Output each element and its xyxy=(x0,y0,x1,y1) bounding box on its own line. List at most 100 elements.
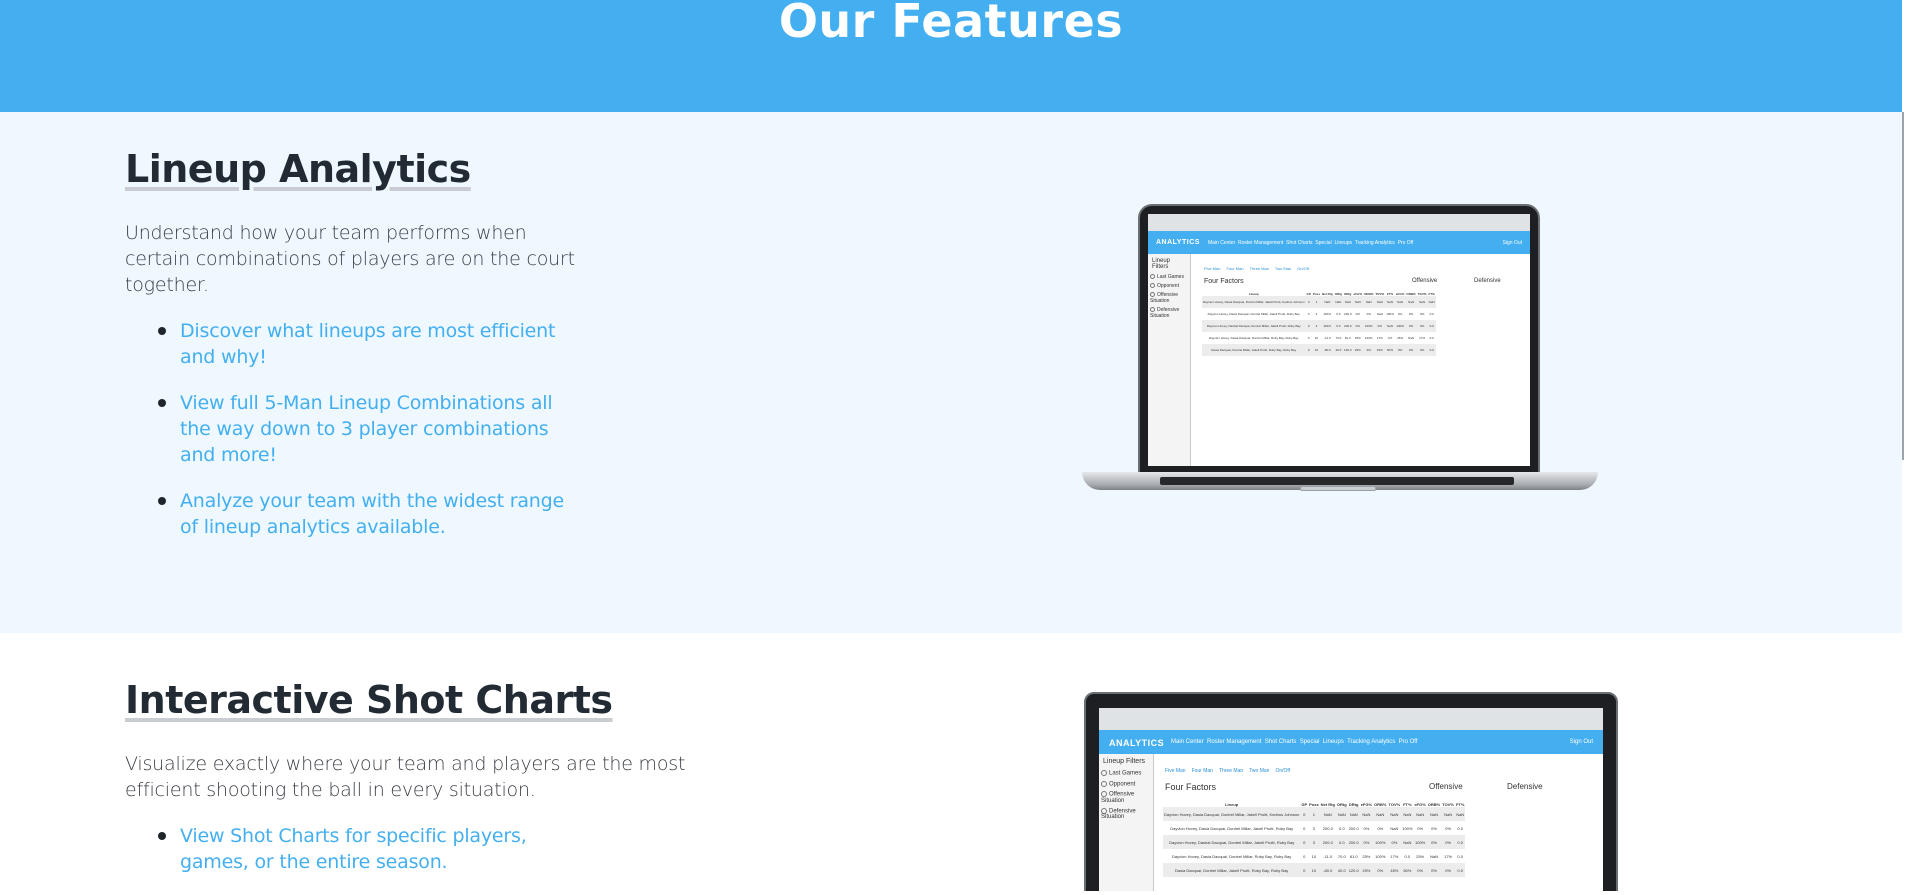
radio-icon xyxy=(1101,807,1107,814)
table-cell: 0 xyxy=(1300,835,1309,849)
nav-item: Roster Management xyxy=(1238,240,1284,246)
browser-bar xyxy=(1099,708,1603,730)
table-cell: Dasia Dacquai, Dontrel Millar, Jakell Pr… xyxy=(1163,863,1301,877)
table-cell: 0% xyxy=(1377,825,1384,831)
table-row: Dayvion Hovey, Dasia Dacquai, Dontrel Mi… xyxy=(1163,849,1465,863)
bullet-dot-icon xyxy=(158,497,166,505)
table-cell: 25% xyxy=(1352,344,1364,356)
table-header-cell: TOV% xyxy=(1388,802,1401,807)
table-cell: NaN xyxy=(1373,807,1388,821)
table-cell: 0.0 xyxy=(1454,835,1466,849)
table-cell: 0.0 xyxy=(1427,320,1436,332)
table-header-cell: ORB% xyxy=(1364,292,1374,296)
radio-icon xyxy=(1150,307,1155,313)
bullet-text: View full 5-Man Lineup Combinations all … xyxy=(180,392,553,466)
table-row: Dayvion Hovey, Dashal Dacquai, Dontrel M… xyxy=(1163,835,1466,849)
nav-item: Main Center xyxy=(1171,739,1204,745)
table-cell: 120.0 xyxy=(1343,344,1353,356)
table-cell: Dayvion Hovey, Dasia Dacquai, Dontrel Mi… xyxy=(1170,825,1294,831)
table-cell: NaN xyxy=(1394,296,1406,308)
lineup-tabs: Five Man Four Man Three Man Two Man On/Off xyxy=(1165,768,1296,774)
table-cell: 25% xyxy=(1359,863,1374,877)
features-header: Our Features xyxy=(0,0,1902,112)
table-cell: 50% xyxy=(1385,344,1395,356)
table-cell: 0% xyxy=(1441,863,1455,877)
table-cell: 1 xyxy=(1308,807,1320,821)
table-header-cell: DRtg xyxy=(1344,292,1352,296)
table-cell: 0% xyxy=(1394,344,1406,356)
page-title: Our Features xyxy=(778,0,1124,48)
filter-option: Last Games xyxy=(1101,770,1151,777)
table-cell: 1 xyxy=(1311,296,1322,308)
table-header-cell: ORB% xyxy=(1406,292,1416,296)
table-cell: 17% xyxy=(1444,853,1453,859)
app-logo: ANALYTICS xyxy=(1156,239,1200,246)
table-cell: 0.0 xyxy=(1335,835,1348,849)
app-logo: ANALYTICS xyxy=(1109,738,1165,748)
filter-option: Offensive Situation xyxy=(1150,292,1188,304)
table-header-cell: FT% xyxy=(1455,802,1465,807)
feature-bullet-list: View Shot Charts for specific players, g… xyxy=(125,823,565,895)
table-cell: 100% xyxy=(1386,312,1394,316)
table-cell: 100% xyxy=(1375,853,1386,859)
table-cell: Dayvion Hovey, Dasia Dacquai, Dontrel Mi… xyxy=(1209,336,1299,340)
table-cell: 0% xyxy=(1366,312,1371,316)
table-cell: 0% xyxy=(1359,835,1374,849)
table-cell: 0% xyxy=(1352,320,1364,332)
bullet-text: Analyze your team with the widest range … xyxy=(180,490,564,538)
table-cell: 81.0 xyxy=(1349,853,1358,859)
four-factors-title: Four Factors xyxy=(1204,278,1244,285)
table-header-cell: ORtg xyxy=(1334,292,1343,296)
filters-title: Lineup Filters xyxy=(1103,758,1146,765)
bullet-dot-icon xyxy=(158,832,166,840)
nav-item: Tracking Analytics xyxy=(1354,240,1395,246)
feature-bullet-list: Discover what lineups are most efficient… xyxy=(125,318,565,560)
table-cell: 200.0 xyxy=(1323,312,1332,316)
feature-description: Visualize exactly where your team and pl… xyxy=(125,753,686,801)
table-cell: NaN xyxy=(1405,296,1417,308)
table-cell: 200.0 xyxy=(1348,825,1359,831)
table-cell: NaN xyxy=(1387,807,1402,821)
table-cell: 70.0 xyxy=(1335,336,1342,340)
filters-sidebar: Lineup Filters Last Games Opponent Offen… xyxy=(1148,254,1191,466)
table-header-cell: eFG% xyxy=(1395,292,1405,296)
feature-bullet: View full 5-Man Lineup Combinations all … xyxy=(125,390,565,468)
app-main: Five Man Four Man Three Man Two Man On/Off F… xyxy=(1192,254,1530,466)
table-cell: 100% xyxy=(1402,825,1413,831)
table-cell: 0% xyxy=(1426,835,1442,849)
laptop-keyboard xyxy=(1160,477,1514,485)
feature-title: Lineup Analytics xyxy=(125,147,471,191)
table-cell: NaN xyxy=(1359,807,1374,821)
table-cell: 0.0 xyxy=(1339,825,1345,831)
table-header-cell: eFG% xyxy=(1353,292,1363,296)
table-cell: 200.0 xyxy=(1322,825,1333,831)
table-cell: 200.0 xyxy=(1321,320,1334,332)
table-cell: 0% xyxy=(1419,312,1425,316)
nav-item: Pro Off xyxy=(1397,240,1414,246)
tab: Five Man xyxy=(1165,768,1186,774)
table-cell: NaN xyxy=(1427,296,1436,308)
table-cell: 0.0 xyxy=(1429,312,1434,316)
nav-item: Lineups xyxy=(1322,739,1344,745)
radio-icon xyxy=(1150,292,1155,298)
table-header-cell: Net Rtg xyxy=(1320,802,1335,807)
table-header-cell: Poss xyxy=(1309,802,1319,807)
table-header-cell: eFG% xyxy=(1360,802,1373,807)
nav-item: Special xyxy=(1315,240,1332,246)
tab: Two Man xyxy=(1274,266,1292,271)
filter-option: Opponent xyxy=(1101,780,1151,787)
table-header-cell: ORB% xyxy=(1374,802,1387,807)
table-row: Dayvion Hovey, Dasia Dacquai, Dontrel Mi… xyxy=(1202,332,1436,344)
table-header-cell: FT% xyxy=(1428,292,1435,296)
filter-option: Offensive Situation xyxy=(1101,791,1151,804)
table-cell: 25% xyxy=(1354,336,1361,340)
filters-sidebar: Lineup Filters Last Games Opponent Offen… xyxy=(1099,754,1154,891)
table-cell: 100% xyxy=(1364,336,1373,340)
table-cell: Dayvion Hovey, Dasia Dacquai, Dontrel Mi… xyxy=(1172,853,1292,859)
table-cell: -11.0 xyxy=(1323,853,1333,859)
table-cell: 40.0 xyxy=(1333,344,1344,356)
table-cell: 0% xyxy=(1441,835,1455,849)
tab: Three Man xyxy=(1249,266,1269,271)
table-cell: 100% xyxy=(1373,835,1388,849)
table-row: Dasia Dacquai, Dontrel Millar, Jakell Pr… xyxy=(1163,863,1466,877)
